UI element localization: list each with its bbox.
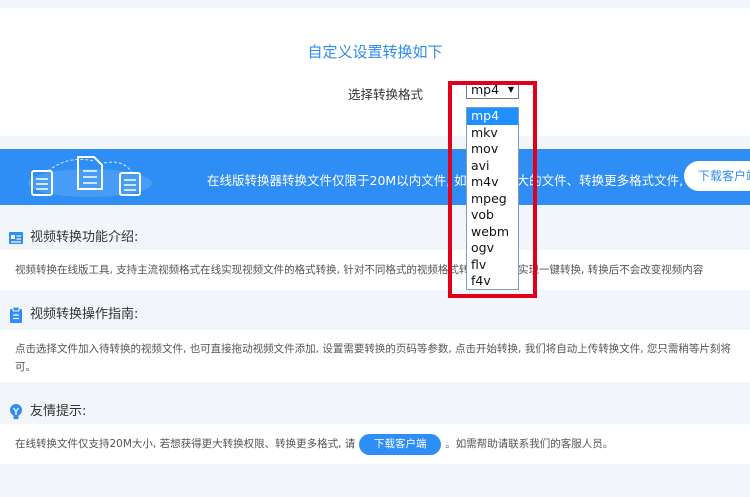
guide-body: 点击选择文件加入待转换的视频文件, 也可直接拖动视频文件添加, 设置需要转换的页… xyxy=(0,330,750,382)
tips-body-after: 。如需帮助请联系我们的客服人员。 xyxy=(445,438,614,450)
format-option-f4v[interactable]: f4v xyxy=(467,273,518,290)
tips-download-client-button[interactable]: 下载客户端 xyxy=(359,433,442,455)
document-illustration-icon xyxy=(28,156,152,197)
guide-heading-text: 视频转换操作指南: xyxy=(30,307,139,322)
tips-heading: 友情提示: xyxy=(8,400,86,421)
top-strip xyxy=(0,0,750,8)
settings-title: 自定义设置转换如下 xyxy=(307,43,443,61)
intro-heading: 视频转换功能介绍: xyxy=(8,226,138,246)
format-option-webm[interactable]: webm xyxy=(467,224,518,241)
guide-body-line1: 点击选择文件加入待转换的视频文件, 也可直接拖动视频文件添加, 设置需要转换的页… xyxy=(15,343,731,355)
format-option-avi[interactable]: avi xyxy=(467,158,518,175)
format-option-vob[interactable]: vob xyxy=(467,207,518,224)
banner-text: 在线版转换器转换文件仅限于20M以内文件, 如需转换更大的文件、转换更多格式文件… xyxy=(207,173,700,188)
lightbulb-icon xyxy=(10,403,22,419)
format-option-mov[interactable]: mov xyxy=(467,141,518,158)
format-option-flv[interactable]: flv xyxy=(467,257,518,274)
clipboard-icon xyxy=(10,306,22,323)
guide-heading: 视频转换操作指南: xyxy=(8,303,138,324)
intro-body: 视频转换在线版工具, 支持主流视频格式在线实现视频文件的格式转换, 针对不同格式… xyxy=(0,250,750,290)
format-dropdown-list[interactable]: mp4 mkv mov avi m4v mpeg vob webm ogv fl… xyxy=(466,107,519,290)
promo-banner: 在线版转换器转换文件仅限于20M以内文件, 如需转换更大的文件、转换更多格式文件… xyxy=(0,149,750,205)
intro-body-text: 视频转换在线版工具, 支持主流视频格式在线实现视频文件的格式转换, 针对不同格式… xyxy=(15,264,704,276)
tips-body: 在线转换文件仅支持20M大小, 若想获得更大转换权限、转换更多格式, 请下载客户… xyxy=(0,424,750,464)
format-select[interactable]: mp4 ▼ xyxy=(466,81,519,99)
tips-heading-text: 友情提示: xyxy=(30,404,87,419)
format-option-mkv[interactable]: mkv xyxy=(467,125,518,142)
format-option-ogv[interactable]: ogv xyxy=(467,240,518,257)
format-select-value: mp4 xyxy=(471,82,500,97)
format-option-mp4[interactable]: mp4 xyxy=(467,108,518,125)
tips-body-before: 在线转换文件仅支持20M大小, 若想获得更大转换权限、转换更多格式, 请 xyxy=(15,438,356,450)
intro-heading-text: 视频转换功能介绍: xyxy=(30,230,139,245)
settings-card: 自定义设置转换如下 xyxy=(0,8,750,136)
format-option-m4v[interactable]: m4v xyxy=(467,174,518,191)
chevron-down-icon: ▼ xyxy=(507,85,514,94)
download-client-button[interactable]: 下载客户端 xyxy=(684,161,750,191)
guide-body-line2: 可。 xyxy=(15,361,36,373)
list-icon xyxy=(9,231,23,244)
format-option-mpeg[interactable]: mpeg xyxy=(467,191,518,208)
format-label: 选择转换格式 xyxy=(348,87,424,102)
